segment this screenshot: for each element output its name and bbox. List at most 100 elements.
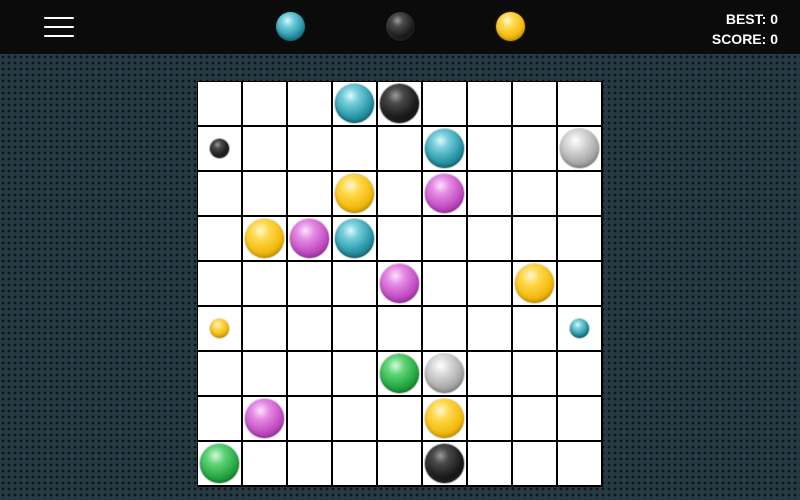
black-ball-small[interactable]: [210, 139, 229, 158]
yellow-ball[interactable]: [335, 174, 374, 213]
board-cell[interactable]: [198, 262, 241, 305]
board-cell[interactable]: [378, 442, 421, 485]
teal-ball-small[interactable]: [570, 319, 589, 338]
board-cell[interactable]: [468, 352, 511, 395]
board-cell[interactable]: [468, 217, 511, 260]
board-cell[interactable]: [288, 172, 331, 215]
board-cell[interactable]: [243, 127, 286, 170]
board-cell[interactable]: [513, 82, 556, 125]
purple-ball[interactable]: [425, 174, 464, 213]
teal-ball[interactable]: [335, 84, 374, 123]
board-cell[interactable]: [378, 262, 421, 305]
board-cell[interactable]: [513, 397, 556, 440]
purple-ball[interactable]: [380, 264, 419, 303]
board-cell[interactable]: [198, 127, 241, 170]
teal-ball[interactable]: [335, 219, 374, 258]
board-cell[interactable]: [288, 82, 331, 125]
board-cell[interactable]: [198, 307, 241, 350]
board-cell[interactable]: [423, 352, 466, 395]
board-cell[interactable]: [288, 307, 331, 350]
board-cell[interactable]: [558, 307, 601, 350]
board-cell[interactable]: [423, 397, 466, 440]
board-cell[interactable]: [243, 442, 286, 485]
board-cell[interactable]: [558, 127, 601, 170]
board-cell[interactable]: [288, 127, 331, 170]
black-ball[interactable]: [380, 84, 419, 123]
hamburger-menu-icon[interactable]: [44, 15, 76, 41]
board-cell[interactable]: [333, 397, 376, 440]
board-cell[interactable]: [513, 352, 556, 395]
board-cell[interactable]: [198, 172, 241, 215]
yellow-ball[interactable]: [245, 219, 284, 258]
board-cell[interactable]: [558, 352, 601, 395]
board-cell[interactable]: [243, 307, 286, 350]
board-cell[interactable]: [513, 442, 556, 485]
board-cell[interactable]: [468, 397, 511, 440]
board-cell[interactable]: [378, 307, 421, 350]
board-cell[interactable]: [558, 82, 601, 125]
board-cell[interactable]: [558, 262, 601, 305]
board-cell[interactable]: [558, 172, 601, 215]
board-cell[interactable]: [333, 442, 376, 485]
board-cell[interactable]: [378, 172, 421, 215]
board-cell[interactable]: [513, 127, 556, 170]
board-cell[interactable]: [378, 397, 421, 440]
board-cell[interactable]: [198, 442, 241, 485]
board-cell[interactable]: [243, 262, 286, 305]
board-cell[interactable]: [288, 262, 331, 305]
purple-ball[interactable]: [245, 399, 284, 438]
board-cell[interactable]: [378, 217, 421, 260]
board-cell[interactable]: [243, 352, 286, 395]
teal-ball[interactable]: [425, 129, 464, 168]
silver-ball[interactable]: [425, 354, 464, 393]
board-cell[interactable]: [333, 172, 376, 215]
board-cell[interactable]: [423, 217, 466, 260]
board-cell[interactable]: [423, 172, 466, 215]
board-cell[interactable]: [333, 217, 376, 260]
yellow-ball[interactable]: [515, 264, 554, 303]
board-cell[interactable]: [288, 352, 331, 395]
yellow-ball-small[interactable]: [210, 319, 229, 338]
board-cell[interactable]: [513, 262, 556, 305]
board-cell[interactable]: [468, 307, 511, 350]
board-cell[interactable]: [288, 397, 331, 440]
silver-ball[interactable]: [560, 129, 599, 168]
board-cell[interactable]: [513, 307, 556, 350]
board-cell[interactable]: [468, 172, 511, 215]
board-cell[interactable]: [423, 262, 466, 305]
board-cell[interactable]: [423, 307, 466, 350]
board-cell[interactable]: [378, 127, 421, 170]
board-cell[interactable]: [243, 172, 286, 215]
yellow-ball[interactable]: [425, 399, 464, 438]
board-cell[interactable]: [558, 442, 601, 485]
board-cell[interactable]: [333, 262, 376, 305]
board-cell[interactable]: [558, 217, 601, 260]
board-cell[interactable]: [513, 172, 556, 215]
board-cell[interactable]: [378, 352, 421, 395]
board-cell[interactable]: [468, 127, 511, 170]
green-ball[interactable]: [380, 354, 419, 393]
board-cell[interactable]: [333, 352, 376, 395]
board-cell[interactable]: [333, 82, 376, 125]
board-cell[interactable]: [378, 82, 421, 125]
board-cell[interactable]: [243, 397, 286, 440]
board-cell[interactable]: [288, 442, 331, 485]
board-cell[interactable]: [243, 82, 286, 125]
black-ball[interactable]: [425, 444, 464, 483]
board-cell[interactable]: [468, 442, 511, 485]
board-cell[interactable]: [198, 397, 241, 440]
board-cell[interactable]: [243, 217, 286, 260]
board-cell[interactable]: [468, 262, 511, 305]
board-cell[interactable]: [423, 82, 466, 125]
board-cell[interactable]: [468, 82, 511, 125]
board-cell[interactable]: [513, 217, 556, 260]
board-cell[interactable]: [333, 307, 376, 350]
purple-ball[interactable]: [290, 219, 329, 258]
board-cell[interactable]: [423, 127, 466, 170]
board-cell[interactable]: [198, 352, 241, 395]
board-cell[interactable]: [558, 397, 601, 440]
green-ball[interactable]: [200, 444, 239, 483]
board-cell[interactable]: [198, 217, 241, 260]
board-cell[interactable]: [288, 217, 331, 260]
board-cell[interactable]: [198, 82, 241, 125]
